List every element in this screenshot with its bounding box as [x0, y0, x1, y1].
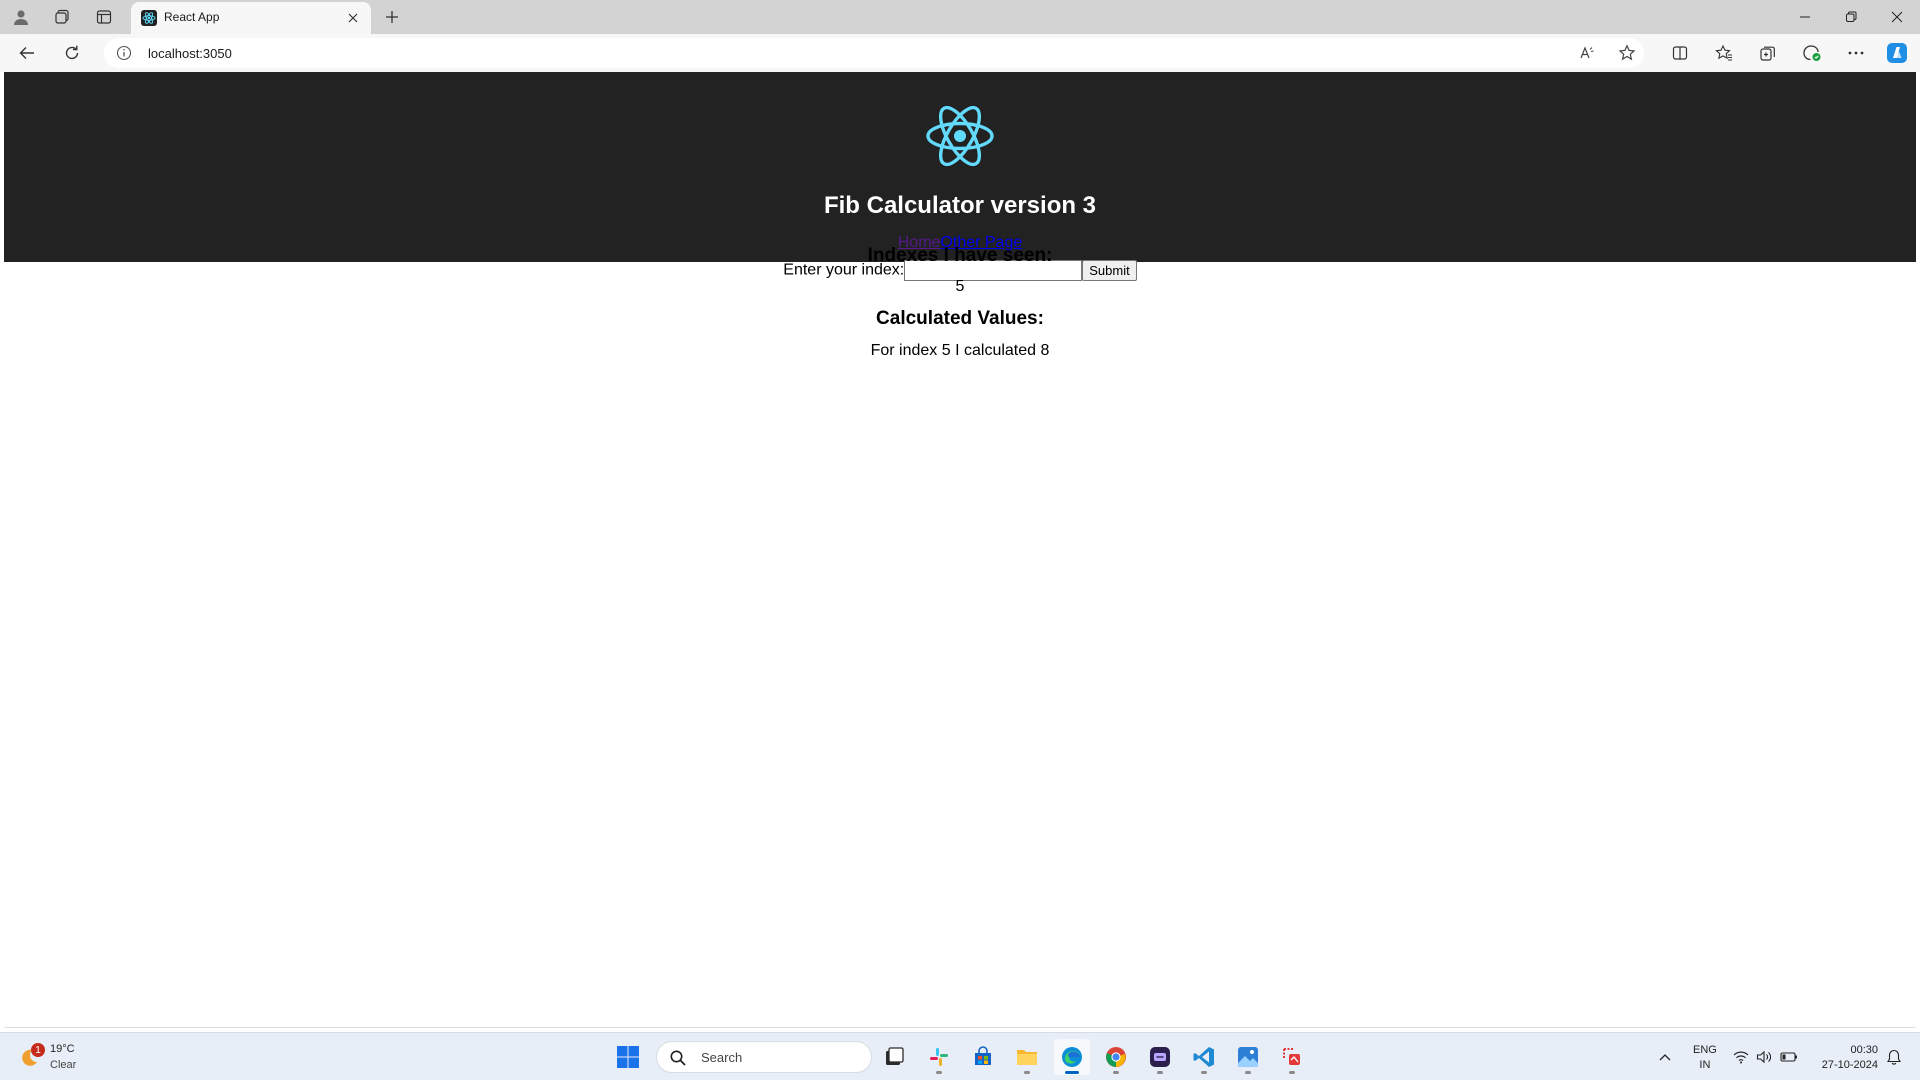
edge-icon[interactable] [1054, 1039, 1090, 1075]
wifi-icon[interactable] [1731, 1047, 1751, 1067]
weather-temp: 19°C [50, 1043, 75, 1055]
weather-widget[interactable]: 1 19°C Clear [18, 1041, 98, 1073]
running-indicator [1024, 1071, 1030, 1074]
workspaces-icon[interactable] [50, 5, 74, 29]
page-viewport: Fib Calculator version 3 HomeOther Page … [4, 72, 1916, 1028]
clock-time: 00:30 [1850, 1044, 1878, 1056]
system-clock[interactable]: 00:30 27-10-2024 [1808, 1043, 1878, 1073]
running-indicator [1113, 1071, 1119, 1074]
battery-icon[interactable] [1779, 1047, 1799, 1067]
react-favicon-icon [141, 10, 157, 26]
store-icon[interactable] [965, 1039, 1001, 1075]
new-tab-icon[interactable] [380, 5, 404, 29]
taskbar-search[interactable]: Search [656, 1041, 872, 1073]
weather-badge: 1 [31, 1043, 45, 1057]
minimize-icon[interactable] [1782, 0, 1828, 34]
slack-icon[interactable] [921, 1039, 957, 1075]
chrome-icon[interactable] [1098, 1039, 1134, 1075]
input-language[interactable]: ENG IN [1693, 1043, 1717, 1073]
running-indicator [1157, 1071, 1163, 1074]
react-logo-icon [926, 105, 994, 167]
refresh-icon[interactable] [59, 41, 85, 65]
browser-tab-active[interactable]: React App [131, 2, 371, 34]
url-text: localhost:3050 [148, 46, 232, 61]
page-title: Fib Calculator version 3 [823, 192, 1097, 219]
lang-code: ENG [1693, 1044, 1717, 1056]
back-icon[interactable] [14, 41, 40, 65]
task-view-icon[interactable] [876, 1039, 912, 1075]
favorites-icon[interactable] [1711, 41, 1737, 65]
seen-indexes-list: 5 [955, 278, 965, 295]
windows-taskbar: 1 19°C Clear Search ENG IN 00:30 27-10-2… [0, 1032, 1920, 1080]
notifications-icon[interactable] [1884, 1047, 1904, 1067]
more-options-icon[interactable] [1843, 41, 1869, 65]
site-info-icon[interactable] [116, 45, 132, 61]
address-bar[interactable]: localhost:3050 [104, 38, 1644, 68]
restore-icon[interactable] [1828, 0, 1874, 34]
show-hidden-icons-icon[interactable] [1655, 1047, 1675, 1067]
weather-condition: Clear [50, 1059, 77, 1071]
running-indicator [936, 1071, 942, 1074]
copilot-icon[interactable] [1884, 41, 1910, 65]
running-indicator [1201, 1071, 1207, 1074]
browser-toolbar: localhost:3050 [0, 34, 1920, 72]
profile-icon[interactable] [9, 5, 33, 29]
indexes-heading-text: Indexes I have seen: [867, 245, 1053, 266]
vscode-icon[interactable] [1186, 1039, 1222, 1075]
running-indicator [1065, 1071, 1079, 1074]
clock-date: 27-10-2024 [1821, 1059, 1878, 1071]
search-placeholder: Search [701, 1050, 743, 1065]
app-header: Fib Calculator version 3 HomeOther Page [4, 72, 1916, 262]
read-aloud-icon[interactable] [1576, 43, 1598, 63]
start-button[interactable] [610, 1039, 646, 1075]
browser-tab-bar: React App [0, 0, 1920, 34]
calculated-heading: Calculated Values: [876, 308, 1044, 329]
search-icon [669, 1049, 687, 1067]
favorite-star-icon[interactable] [1616, 43, 1638, 63]
browser-essentials-icon[interactable] [1799, 41, 1825, 65]
lang-region: IN [1699, 1059, 1711, 1071]
photos-icon[interactable] [1230, 1039, 1266, 1075]
close-window-icon[interactable] [1874, 0, 1920, 34]
close-tab-icon[interactable] [343, 8, 363, 28]
calculated-value-item: For index 5 I calculated 8 [870, 342, 1050, 359]
split-screen-icon[interactable] [1667, 41, 1693, 65]
file-explorer-icon[interactable] [1009, 1039, 1045, 1075]
tab-actions-icon[interactable] [92, 5, 116, 29]
collections-icon[interactable] [1755, 41, 1781, 65]
running-indicator [1245, 1071, 1251, 1074]
running-indicator [1289, 1071, 1295, 1074]
tab-title: React App [164, 10, 220, 24]
volume-icon[interactable] [1754, 1047, 1774, 1067]
snipping-tool-icon[interactable] [1274, 1039, 1310, 1075]
terminal-app-icon[interactable] [1142, 1039, 1178, 1075]
